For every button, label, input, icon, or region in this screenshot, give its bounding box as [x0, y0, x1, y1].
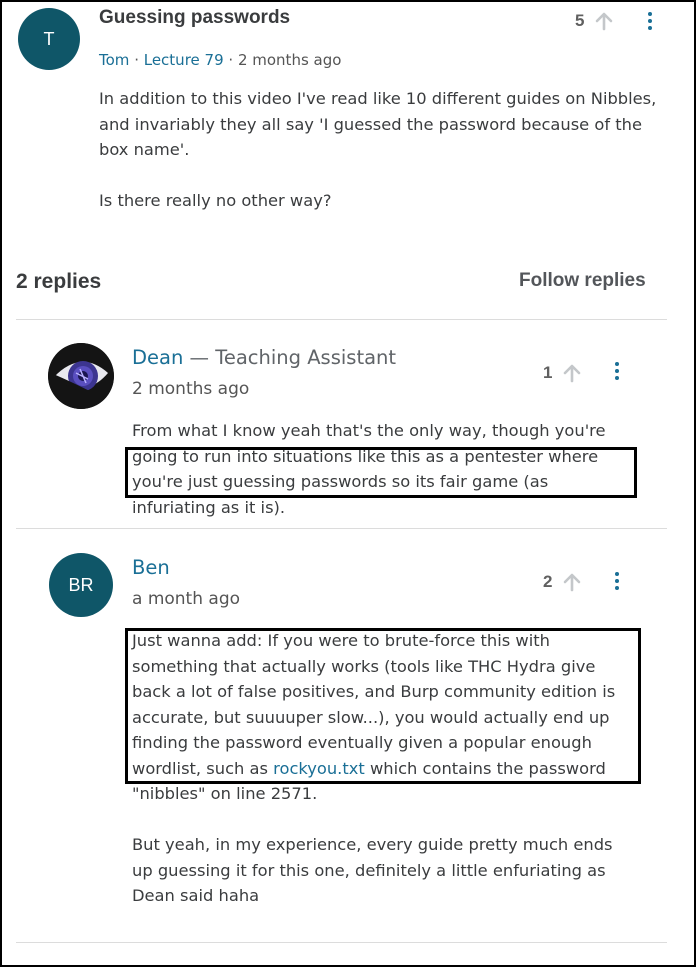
question-paragraph: Is there really no other way?: [99, 190, 332, 210]
more-options-icon[interactable]: [612, 572, 622, 590]
highlight-box: [125, 628, 641, 784]
author-link[interactable]: Ben: [132, 556, 170, 579]
more-options-icon[interactable]: [645, 12, 655, 30]
reply-author: Ben: [132, 556, 170, 579]
follow-replies-button[interactable]: Follow replies: [519, 270, 646, 292]
question-title: Guessing passwords: [99, 7, 291, 28]
question-meta: Tom · Lecture 79 · 2 months ago: [99, 51, 341, 69]
author-link[interactable]: Dean: [132, 346, 183, 369]
divider: [16, 942, 667, 943]
reply-votes: 2: [543, 572, 582, 592]
author-role: — Teaching Assistant: [183, 346, 397, 369]
ben-avatar[interactable]: BR: [49, 553, 113, 617]
vote-count: 2: [543, 572, 553, 591]
upvote-icon[interactable]: [562, 572, 582, 592]
dean-avatar[interactable]: [48, 343, 114, 409]
divider: [16, 528, 667, 529]
upvote-icon[interactable]: [562, 363, 582, 383]
more-options-icon[interactable]: [612, 362, 622, 380]
reply-paragraph: But yeah, in my experience, every guide …: [132, 835, 613, 905]
question-votes: 5: [575, 11, 614, 31]
question-paragraph: In addition to this video I've read like…: [99, 89, 657, 159]
lecture-link[interactable]: Lecture 79: [144, 51, 224, 69]
question-avatar[interactable]: T: [18, 8, 80, 70]
avatar-initial: T: [43, 28, 55, 49]
upvote-icon[interactable]: [594, 11, 614, 31]
vote-count: 5: [575, 11, 585, 30]
highlight-box: [125, 447, 637, 498]
author-link[interactable]: Tom: [99, 51, 129, 69]
reply-time: a month ago: [132, 589, 241, 609]
vote-count: 1: [543, 363, 553, 382]
reply-time: 2 months ago: [132, 379, 250, 399]
question-time: 2 months ago: [237, 51, 342, 69]
eye-logo-icon: [48, 343, 114, 409]
question-body: In addition to this video I've read like…: [99, 86, 659, 213]
divider: [16, 319, 667, 320]
replies-count: 2 replies: [16, 270, 102, 293]
separator: ·: [134, 51, 144, 69]
separator: ·: [228, 51, 238, 69]
avatar-initials: BR: [68, 574, 94, 595]
reply-votes: 1: [543, 363, 582, 383]
reply-author: Dean — Teaching Assistant: [132, 346, 396, 369]
